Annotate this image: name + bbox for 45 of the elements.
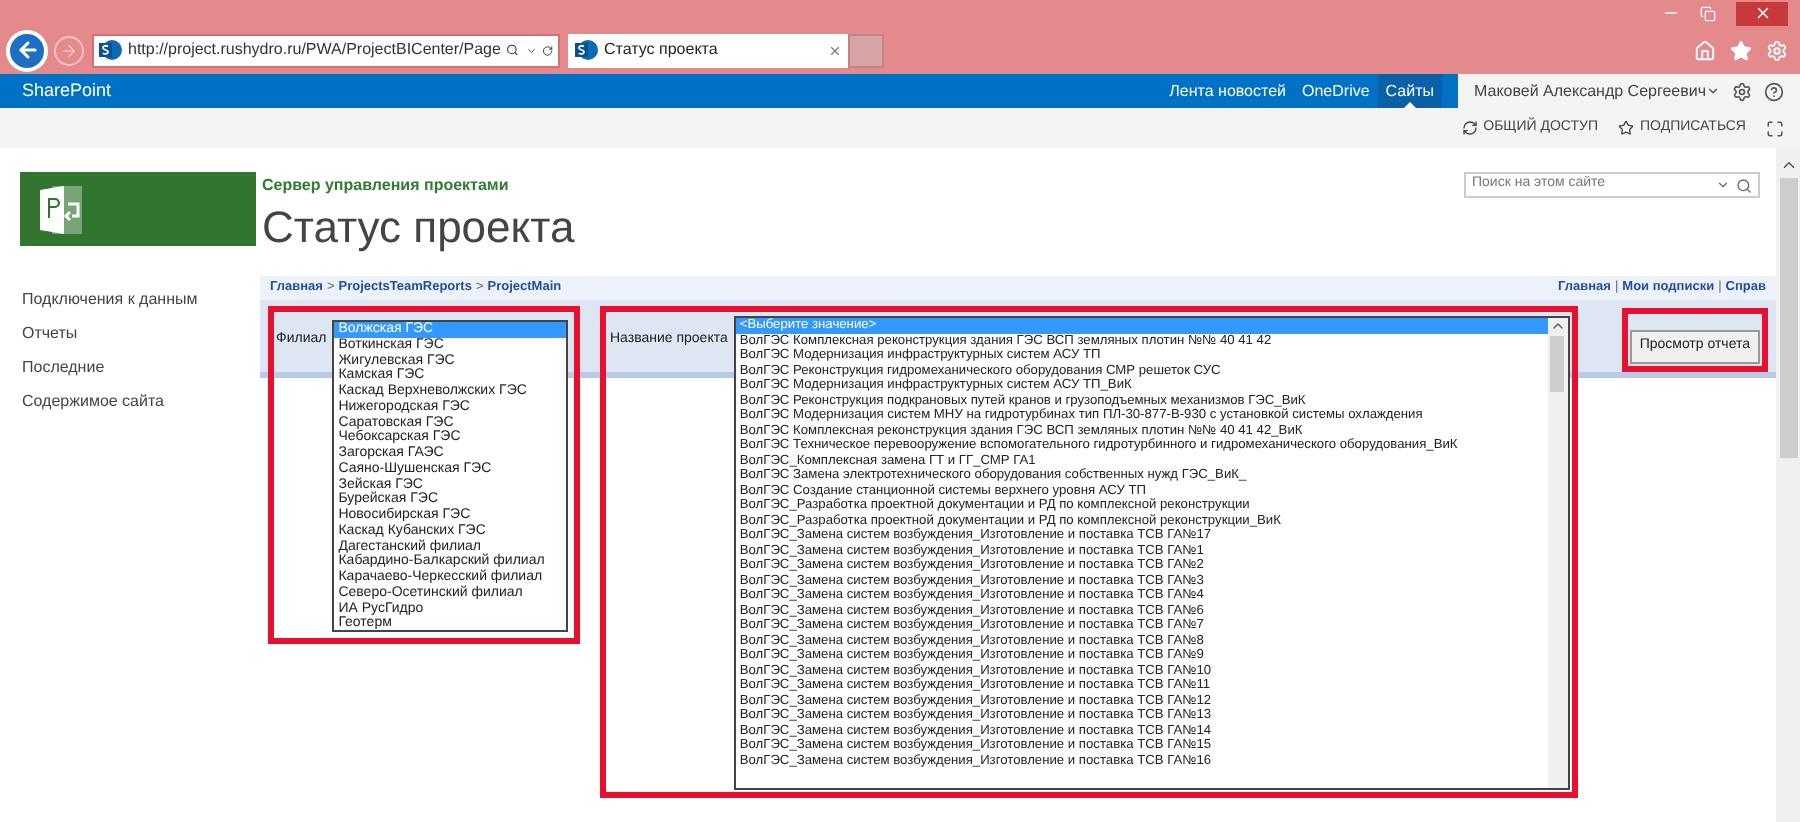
close-icon [1753, 4, 1771, 22]
close-tab-icon[interactable] [828, 43, 842, 57]
project-logo-icon [40, 183, 84, 235]
scroll-up-icon[interactable] [1779, 156, 1797, 174]
brand-name[interactable]: SharePoint [0, 77, 112, 105]
back-button[interactable] [6, 29, 48, 71]
settings-icon[interactable] [1732, 81, 1752, 101]
restore-icon[interactable] [1700, 5, 1716, 21]
scroll-up-icon[interactable] [1549, 318, 1566, 334]
nav-link[interactable]: Отчеты [22, 322, 260, 346]
page-scrollbar[interactable] [1776, 148, 1800, 822]
scroll-thumb[interactable] [1779, 178, 1797, 458]
refresh-icon[interactable] [542, 43, 554, 57]
share-icon [1461, 120, 1478, 136]
star-icon [1618, 120, 1635, 136]
help-icon[interactable] [1764, 81, 1784, 101]
suite-link[interactable]: Сайты [1377, 74, 1442, 108]
star-icon[interactable] [1730, 39, 1752, 61]
scroll-thumb[interactable] [1550, 336, 1565, 392]
list-box[interactable] [332, 320, 569, 632]
page-title: Статус проекта [262, 202, 575, 254]
address-bar[interactable]: http://project.rushydro.ru/PWA/ProjectBICenter/Page [92, 33, 560, 67]
url-text: http://project.rushydro.ru/PWA/ProjectBICenter/Page [128, 38, 501, 62]
site-logo[interactable] [20, 172, 256, 246]
search-icon[interactable] [1736, 177, 1752, 193]
caret-icon[interactable] [525, 43, 537, 57]
caret-icon[interactable] [1716, 178, 1730, 192]
site-icon [574, 38, 598, 62]
nav-link[interactable]: Последние [22, 356, 260, 380]
site-subtitle[interactable]: Сервер управления проектами [262, 174, 575, 198]
nav-link[interactable]: Содержимое сайта [22, 390, 260, 414]
scrollbar[interactable] [1547, 318, 1568, 788]
search-icon[interactable] [506, 42, 520, 58]
suite-link[interactable]: OneDrive [1294, 74, 1378, 108]
browser-tab[interactable]: Статус проекта [568, 33, 848, 67]
nav-link[interactable]: Подключения к данным [22, 288, 260, 312]
close-window-button[interactable] [1736, 1, 1788, 25]
suite-link[interactable]: Лента новостей [1161, 74, 1294, 108]
forward-arrow-icon [60, 41, 78, 59]
list-box[interactable] [733, 316, 1570, 790]
caret-icon [1706, 84, 1720, 98]
back-arrow-icon [15, 38, 39, 62]
home-icon[interactable] [1694, 39, 1716, 61]
site-icon [98, 38, 122, 62]
focus-icon[interactable] [1766, 119, 1784, 137]
